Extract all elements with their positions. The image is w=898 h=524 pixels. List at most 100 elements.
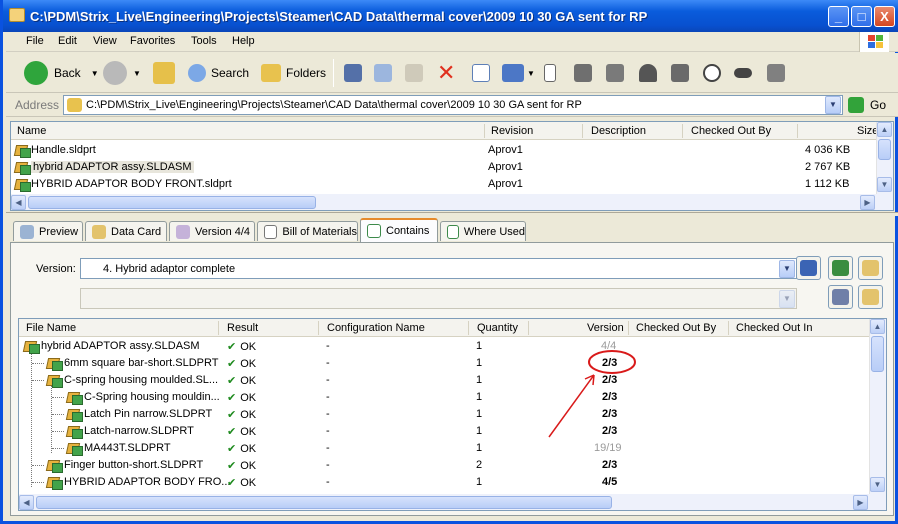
edit-button[interactable] [858,256,883,280]
address-label: Address [15,98,60,112]
go-button[interactable]: Go [848,95,886,115]
menu-edit[interactable]: Edit [58,35,77,47]
file-row[interactable]: hybrid ADAPTOR assy.SLDASM Aprov1 2 767 … [11,159,893,176]
version-select[interactable]: 4. Hybrid adaptor complete ▼ [80,258,797,279]
scroll-thumb[interactable] [878,139,891,160]
scroll-right-icon[interactable]: ▶ [853,495,868,510]
go-label: Go [870,98,887,112]
title-bar[interactable]: C:\PDM\Strix_Live\Engineering\Projects\S… [3,0,898,32]
address-input[interactable]: C:\PDM\Strix_Live\Engineering\Projects\S… [63,95,843,115]
bom-icon [264,224,278,239]
scroll-thumb[interactable] [36,496,612,509]
pane-splitter[interactable] [6,212,898,216]
scroll-left-icon[interactable]: ◀ [19,495,34,510]
select-references-button[interactable] [828,285,853,309]
toolbar-separator [333,59,334,87]
tab-label: Where Used [463,225,525,238]
search-button[interactable]: Search [188,59,249,87]
close-button[interactable]: X [874,6,895,27]
red-annotation [548,350,636,438]
tab-data-card[interactable]: Data Card [85,221,167,241]
version-dropdown-icon[interactable]: ▼ [779,260,795,278]
scroll-left-icon[interactable]: ◀ [11,195,26,210]
delete-button[interactable]: ✕ [437,59,455,87]
scroll-down-icon[interactable]: ▼ [870,477,885,492]
tab-where-used[interactable]: Where Used [440,221,526,241]
maximize-button[interactable]: □ [851,6,872,27]
part-file-icon [14,143,31,158]
views-button[interactable]: ▼ [502,59,535,87]
copy-icon [374,64,392,82]
scroll-up-icon[interactable]: ▲ [870,319,885,334]
version-value: 4. Hybrid adaptor complete [103,263,236,275]
col-name[interactable]: Name [17,125,46,137]
scroll-up-icon[interactable]: ▲ [877,122,892,137]
forward-dropdown-icon[interactable]: ▼ [133,69,141,78]
back-button[interactable]: Back ▼ [24,59,99,87]
excel-icon [832,260,849,276]
export-excel-button[interactable] [828,256,853,280]
save-button[interactable] [796,256,821,280]
annotation-arrow [548,374,595,438]
pdm-tool-5-button[interactable] [671,59,689,87]
views-dropdown-icon[interactable]: ▼ [527,69,535,78]
pdm-tool-4-button[interactable] [639,59,657,87]
back-dropdown-icon[interactable]: ▼ [91,69,99,78]
scroll-thumb[interactable] [871,336,884,372]
contains-icon [367,224,381,238]
contains-vscroll[interactable]: ▲ ▼ [869,319,886,494]
pdm-tool-3-button[interactable] [606,59,624,87]
magnifier-icon [703,64,721,82]
pdm-search-button[interactable] [703,59,721,87]
tree-view-button[interactable] [858,285,883,309]
scroll-right-icon[interactable]: ▶ [860,195,875,210]
menu-tools[interactable]: Tools [191,35,217,47]
folder-icon [67,98,82,112]
configuration-dropdown-icon: ▼ [779,290,795,308]
assembly-file-icon [14,160,31,175]
tab-preview[interactable]: Preview [13,221,83,241]
col-revision[interactable]: Revision [491,125,533,137]
eye-icon [734,68,752,78]
menu-favorites[interactable]: Favorites [130,35,175,47]
menu-view[interactable]: View [93,35,117,47]
document-icon [544,64,556,82]
version-icon [176,224,190,239]
file-list: Name Revision Description Checked Out By… [10,121,894,211]
forward-button[interactable]: ▼ [103,59,141,87]
file-row[interactable]: HYBRID ADAPTOR BODY FRONT.sldprt Aprov1 … [11,176,893,193]
window-title: C:\PDM\Strix_Live\Engineering\Projects\S… [30,9,648,24]
up-folder-button[interactable] [153,59,175,87]
tab-contains[interactable]: Contains [360,218,438,242]
pdm-tool-1-button[interactable] [544,59,556,87]
properties-button[interactable] [472,59,490,87]
menu-file[interactable]: File [26,35,44,47]
paste-icon [405,64,423,82]
pdm-tool-6-button[interactable] [767,59,785,87]
file-list-vscroll[interactable]: ▲ ▼ [876,122,893,194]
tab-version[interactable]: Version 4/4 [169,221,255,241]
scroll-down-icon[interactable]: ▼ [877,177,892,192]
folders-button[interactable]: Folders [261,59,326,87]
cut-button[interactable] [344,59,362,87]
pdm-view-button[interactable] [734,59,752,87]
file-row[interactable]: Handle.sldprt Aprov1 4 036 KB [11,142,893,159]
contains-hscroll[interactable]: ◀ ▶ [19,494,886,510]
menu-help[interactable]: Help [232,35,255,47]
col-description[interactable]: Description [591,125,646,137]
search-label: Search [211,66,250,80]
col-checked-out-by[interactable]: Checked Out By [691,125,771,137]
file-list-hscroll[interactable]: ◀ ▶ [11,194,893,210]
up-folder-icon [153,62,175,84]
properties-icon [472,64,490,82]
scroll-thumb[interactable] [28,196,316,209]
tree-icon [862,289,879,305]
copy-button[interactable] [374,59,392,87]
minimize-button[interactable]: _ [828,6,849,27]
paste-button[interactable] [405,59,423,87]
pdm-tool-2-button[interactable] [574,59,592,87]
address-dropdown-icon[interactable]: ▼ [825,96,841,114]
tab-bill-of-materials[interactable]: Bill of Materials [257,221,358,241]
contains-panel: Version: 4. Hybrid adaptor complete ▼ ▼ … [10,242,894,516]
delete-icon: ✕ [437,60,456,85]
